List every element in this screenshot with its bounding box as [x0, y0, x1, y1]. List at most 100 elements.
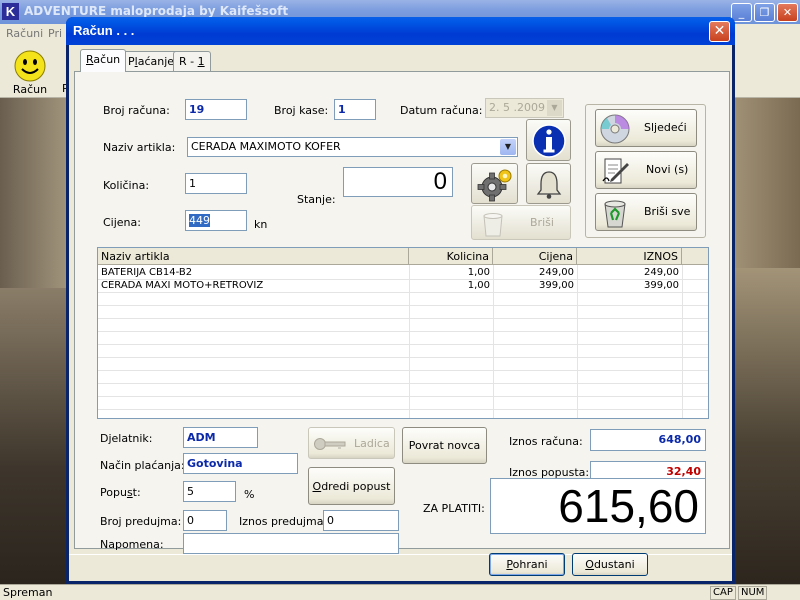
status-bar: Spreman CAP NUM — [0, 584, 800, 600]
table-row[interactable]: BATERIJA CB14-B2 1,00 249,00 249,00 — [98, 266, 708, 279]
grid-hline — [98, 357, 708, 358]
broj-kase-label: Broj kase: — [274, 104, 329, 117]
column-iznos[interactable]: IZNOS — [577, 248, 682, 265]
status-cap: CAP — [710, 586, 736, 600]
gear-icon — [477, 169, 512, 202]
stanje-value: 0 — [343, 167, 453, 197]
djelatnik-field[interactable]: ADM — [183, 427, 258, 448]
info-icon — [532, 124, 566, 158]
broj-racuna-label: Broj računa: — [103, 104, 170, 117]
grid-hline — [98, 318, 708, 319]
broj-predujma-field[interactable]: 0 — [183, 510, 227, 531]
tab-placanje[interactable]: Plaćanje — [122, 51, 181, 71]
alert-button[interactable] — [526, 163, 571, 204]
napomena-field[interactable] — [183, 533, 399, 554]
broj-predujma-label: Broj predujma: — [100, 515, 182, 528]
cijena-field[interactable]: 449 — [185, 210, 247, 231]
popust-unit: % — [244, 488, 255, 501]
za-platiti-value: 615,60 — [490, 478, 706, 534]
ladica-button[interactable]: Ladica — [308, 427, 395, 459]
tab-racun[interactable]: Račun — [80, 49, 127, 72]
cd-icon — [600, 114, 630, 144]
app-logo-icon: K — [2, 3, 19, 20]
popust-field[interactable]: 5 — [183, 481, 236, 502]
background-photo-left — [0, 288, 66, 588]
minimize-button[interactable]: _ — [731, 3, 752, 22]
grid-hline — [98, 409, 708, 410]
brisi-sve-label: Briši sve — [644, 205, 691, 218]
background-photo-right — [734, 268, 800, 588]
iznos-predujma-label: Iznos predujma: — [239, 515, 328, 528]
table-cell: 249,00 — [539, 267, 574, 278]
ladica-label: Ladica — [354, 437, 390, 450]
toolbar-racun-button[interactable]: Račun — [8, 46, 52, 96]
kolicina-field[interactable]: 1 — [185, 173, 247, 194]
table-cell: 399,00 — [539, 280, 574, 291]
settings-button[interactable] — [471, 163, 518, 204]
column-kolicina[interactable]: Kolicina — [409, 248, 493, 265]
table-header: Naziv artikla Kolicina Cijena IZNOS — [98, 248, 708, 265]
cijena-label: Cijena: — [103, 216, 141, 229]
iznos-racuna-label: Iznos računa: — [509, 435, 583, 448]
column-naziv-artikla[interactable]: Naziv artikla — [98, 248, 409, 265]
grid-hline — [98, 292, 708, 293]
naziv-artikla-label: Naziv artikla: — [103, 141, 176, 154]
dialog-close-button[interactable]: ✕ — [709, 21, 730, 42]
nacin-placanja-label: Način plaćanja: — [100, 459, 185, 472]
app-close-button[interactable]: ✕ — [777, 3, 798, 22]
djelatnik-label: Djelatnik: — [100, 432, 153, 445]
naziv-artikla-select[interactable]: CERADA MAXIMOTO KOFER ▼ — [187, 137, 518, 157]
novi-button[interactable]: Novi (s) — [595, 151, 697, 189]
grid-hline — [98, 305, 708, 306]
app-title: ADVENTURE maloprodaja by Kaifešsoft — [24, 4, 289, 18]
table-row[interactable]: CERADA MAXI MOTO+RETROVIZ 1,00 399,00 399,0… — [98, 279, 708, 292]
sljedeci-button[interactable]: Sljedeći — [595, 109, 697, 147]
datum-racuna-label: Datum računa: — [400, 104, 483, 117]
naziv-artikla-value: CERADA MAXIMOTO KOFER — [191, 140, 341, 153]
chevron-down-icon[interactable]: ▼ — [500, 139, 516, 155]
broj-racuna-field[interactable]: 19 — [185, 99, 247, 120]
column-cijena[interactable]: Cijena — [493, 248, 577, 265]
iznos-racuna-value: 648,00 — [590, 429, 706, 451]
odustani-label: Odustani — [585, 558, 635, 571]
brisi-sve-button[interactable]: Briši sve — [595, 193, 697, 231]
dialog-titlebar[interactable]: Račun . . . ✕ — [66, 17, 735, 45]
cijena-value: 449 — [189, 214, 210, 227]
cijena-unit: kn — [254, 218, 268, 231]
kolicina-label: Količina: — [103, 179, 150, 192]
menu-racuni[interactable]: Računi — [6, 27, 43, 40]
recycle-bin-icon — [483, 213, 503, 237]
edit-document-icon — [602, 158, 629, 184]
bell-icon — [536, 171, 562, 199]
table-cell: 399,00 — [644, 280, 679, 291]
grid-hline — [98, 279, 708, 280]
sljedeci-label: Sljedeći — [644, 121, 687, 134]
nacin-placanja-field[interactable]: Gotovina — [183, 453, 298, 474]
menu-pri[interactable]: Pri — [48, 27, 62, 40]
pohrani-label: Pohrani — [506, 558, 548, 571]
table-cell: 249,00 — [644, 267, 679, 278]
brisi-button[interactable]: Briši — [471, 205, 571, 240]
tab-r1[interactable]: R - 1 — [173, 51, 211, 71]
grid-hline — [98, 370, 708, 371]
toolbar-racun-label: Račun — [12, 83, 48, 96]
restore-button[interactable]: ❐ — [754, 3, 775, 22]
povrat-novca-button[interactable]: Povrat novca — [402, 427, 487, 464]
status-text: Spreman — [3, 586, 53, 599]
smiley-icon — [14, 50, 46, 82]
stanje-label: Stanje: — [297, 193, 336, 206]
odredi-popust-button[interactable]: Odredi popust — [308, 467, 395, 505]
chevron-down-icon: ▼ — [547, 100, 562, 116]
pohrani-button[interactable]: Pohrani — [489, 553, 565, 576]
grid-hline — [98, 331, 708, 332]
grid-hline — [98, 383, 708, 384]
dialog-body: Račun Plaćanje R - 1 Broj računa: 19 Bro… — [69, 45, 732, 581]
odustani-button[interactable]: Odustani — [572, 553, 648, 576]
brisi-label: Briši — [530, 216, 554, 229]
broj-kase-field[interactable]: 1 — [334, 99, 376, 120]
datum-racuna-value: 2. 5 .2009 — [489, 101, 545, 114]
info-button[interactable] — [526, 119, 571, 161]
datum-racuna-picker: 2. 5 .2009 ▼ — [485, 98, 564, 118]
items-table[interactable]: Naziv artikla Kolicina Cijena IZNOS BATE… — [97, 247, 709, 419]
iznos-predujma-field[interactable]: 0 — [323, 510, 399, 531]
